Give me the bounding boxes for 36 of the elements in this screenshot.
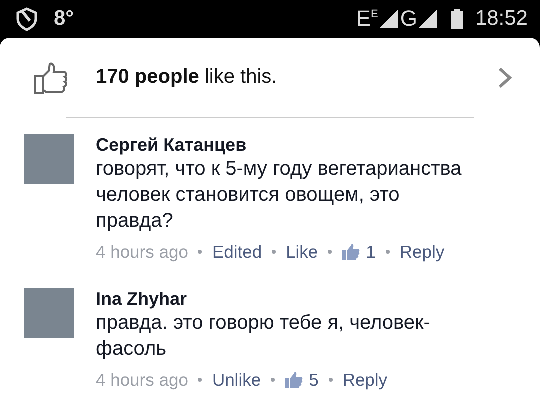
separator-dot [272, 250, 276, 254]
separator-dot [386, 250, 390, 254]
comment-author[interactable]: Ina Zhyhar [96, 288, 520, 310]
thumbs-up-icon [342, 244, 360, 260]
clock-text: 18:52 [475, 7, 528, 31]
avatar-photo-placeholder [24, 288, 74, 338]
reply-link[interactable]: Reply [400, 242, 445, 262]
network-type-text: E$^{E}$ [356, 6, 378, 32]
like-count: 5 [309, 370, 319, 390]
separator-dot [328, 378, 333, 382]
temperature-text: 8° [54, 7, 74, 31]
signal-icon [419, 10, 438, 28]
separator-dot [328, 250, 332, 254]
thumbs-up-icon [34, 62, 68, 94]
avatar-photo-placeholder [24, 134, 74, 184]
separator-dot [271, 378, 276, 382]
likes-summary-row[interactable]: 170 people like this. [0, 38, 540, 117]
edited-link[interactable]: Edited [212, 242, 262, 262]
like-count: 1 [366, 242, 376, 262]
shield-icon [16, 7, 38, 31]
signal-icon [380, 10, 398, 28]
comment-time: 4 hours ago [96, 242, 188, 262]
likes-count-text: 170 people like this. [96, 66, 278, 89]
separator-dot [198, 378, 202, 382]
battery-icon [451, 9, 464, 29]
network-type-text: G [400, 6, 418, 32]
comment-time: 4 hours ago [96, 370, 188, 390]
comment-text: правда. это говорю тебе я, человек-фасоль [96, 311, 432, 362]
chevron-right-icon [498, 66, 512, 88]
reply-link[interactable]: Reply [342, 370, 388, 390]
like-link[interactable]: Unlike [212, 370, 262, 390]
separator-dot [198, 250, 202, 254]
comment-text: говорят, что к 5-му году вегетарианства человек становится овощем, это правда? [96, 157, 463, 234]
comment-author[interactable]: Сергей Катанцев [96, 134, 520, 156]
thumbs-up-icon [285, 372, 304, 388]
like-link[interactable]: Like [286, 242, 318, 262]
